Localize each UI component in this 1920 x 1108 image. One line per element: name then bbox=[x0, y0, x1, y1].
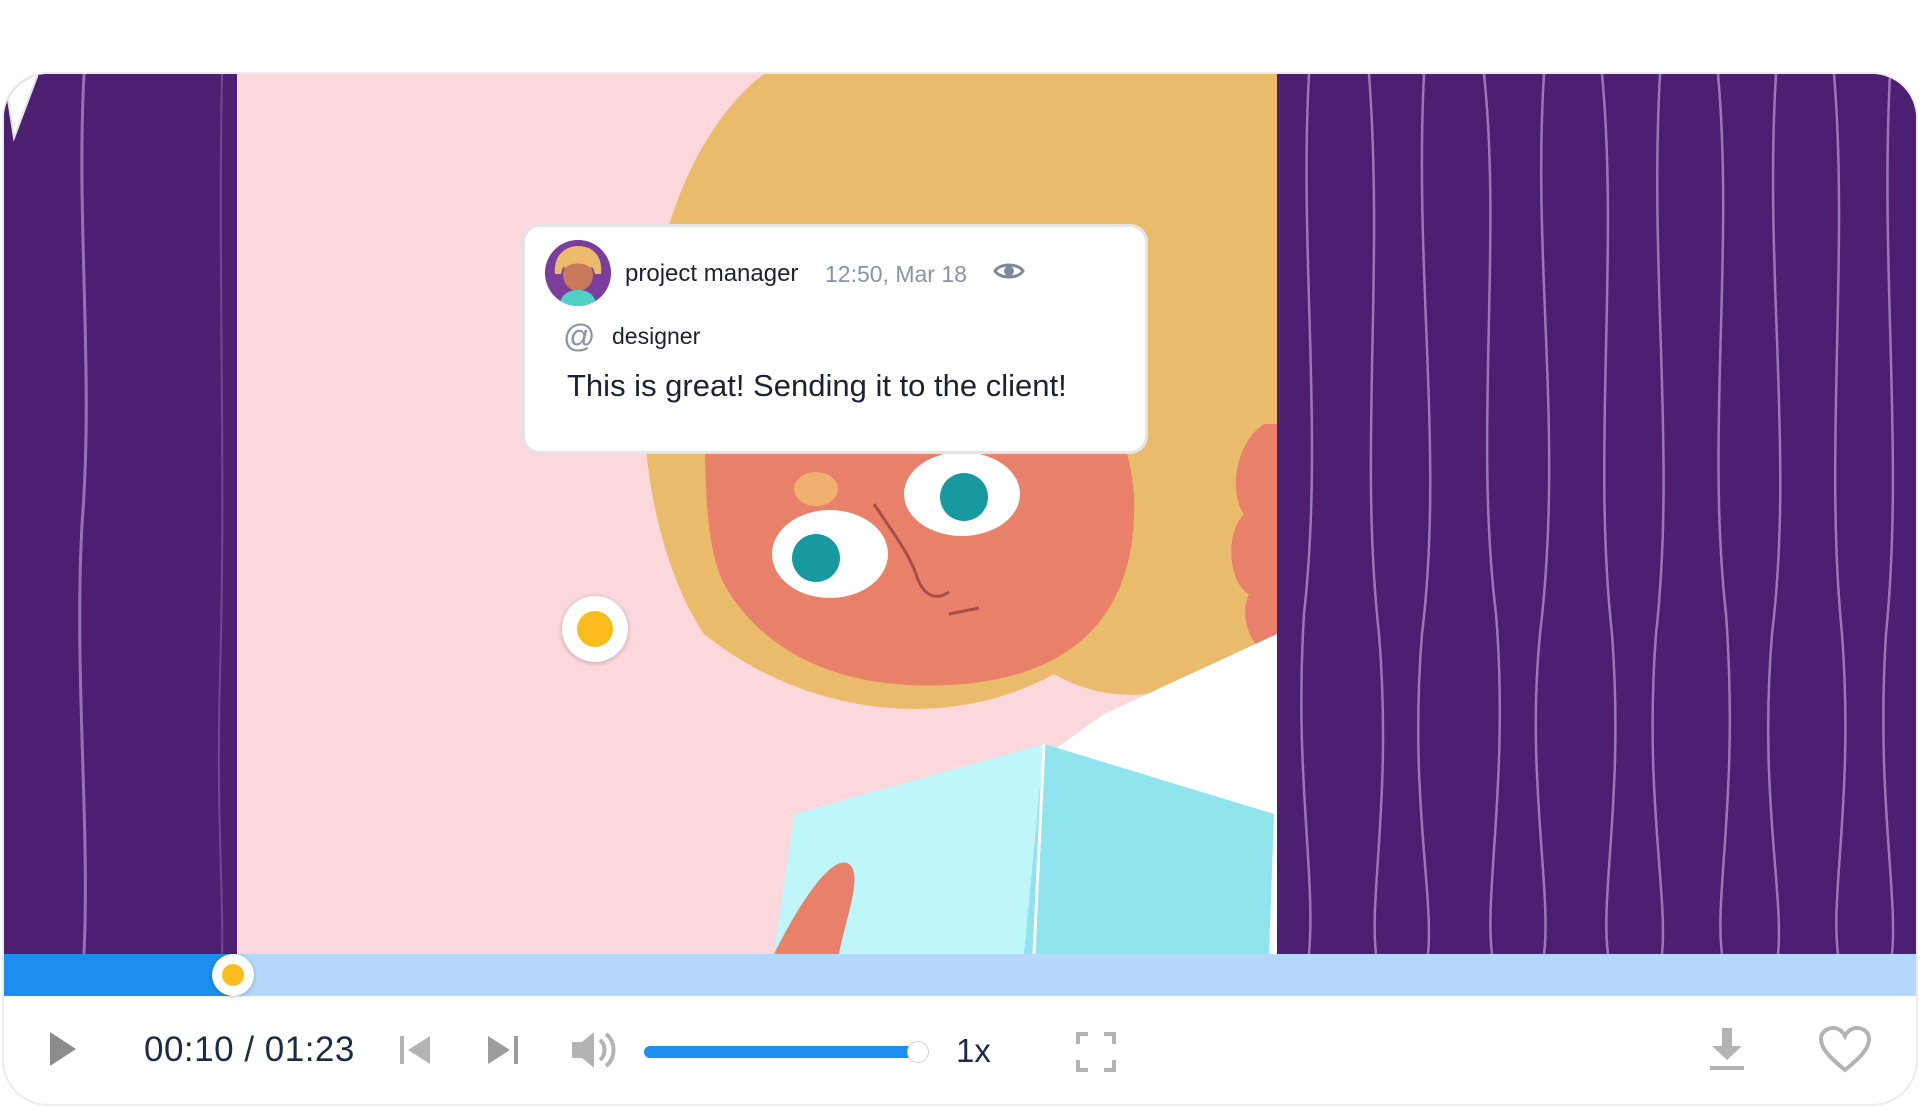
download-icon[interactable] bbox=[1708, 1026, 1746, 1077]
avatar[interactable] bbox=[545, 240, 611, 306]
at-icon: @ bbox=[563, 318, 596, 354]
duration: 01:23 bbox=[264, 1030, 355, 1069]
current-time: 00:10 bbox=[144, 1030, 235, 1069]
volume-slider[interactable] bbox=[644, 1041, 930, 1063]
fullscreen-icon[interactable] bbox=[1076, 1032, 1116, 1077]
heart-icon[interactable] bbox=[1818, 1025, 1872, 1079]
comment-bubble[interactable]: project manager 12:50, Mar 18 @ designer… bbox=[522, 224, 1148, 454]
volume-slider-handle[interactable] bbox=[907, 1041, 930, 1063]
timeline-progress-fill bbox=[4, 954, 234, 996]
time-readout: 00:10 / 01:23 bbox=[144, 1030, 355, 1070]
video-player: project manager 12:50, Mar 18 @ designer… bbox=[4, 74, 1916, 1104]
skip-forward-icon[interactable] bbox=[486, 1034, 520, 1071]
comment-mention[interactable]: designer bbox=[612, 323, 700, 350]
comment-author: project manager bbox=[625, 260, 799, 287]
skip-back-icon[interactable] bbox=[398, 1034, 432, 1071]
timeline-scrubber-handle[interactable] bbox=[212, 954, 255, 996]
video-illustration bbox=[4, 74, 1916, 954]
comment-message: This is great! Sending it to the client! bbox=[567, 368, 1067, 403]
timeline-progress-bar[interactable] bbox=[4, 954, 1916, 996]
comment-marker[interactable] bbox=[562, 596, 628, 662]
time-separator: / bbox=[234, 1030, 265, 1069]
playback-speed-button[interactable]: 1x bbox=[956, 1032, 991, 1070]
volume-slider-fill bbox=[644, 1046, 919, 1058]
eye-icon[interactable] bbox=[993, 258, 1025, 284]
play-icon[interactable] bbox=[48, 1030, 78, 1073]
comment-pointer bbox=[4, 74, 38, 142]
comment-timestamp: 12:50, Mar 18 bbox=[825, 261, 967, 287]
control-bar: 00:10 / 01:23 1x bbox=[4, 996, 1916, 1104]
volume-icon[interactable] bbox=[570, 1028, 618, 1077]
video-frame[interactable]: project manager 12:50, Mar 18 @ designer… bbox=[4, 74, 1916, 954]
